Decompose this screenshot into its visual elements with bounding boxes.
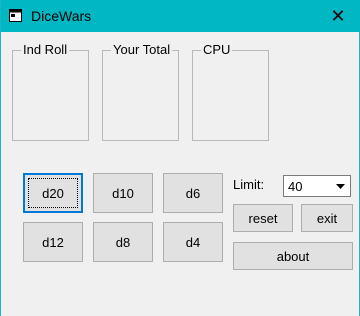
d4-label: d4 [185, 234, 201, 250]
exit-button[interactable]: exit [301, 204, 353, 232]
your-total-group: Your Total [102, 42, 179, 141]
d12-button[interactable]: d12 [23, 222, 83, 262]
d8-label: d8 [115, 234, 131, 250]
your-total-label: Your Total [111, 42, 173, 57]
limit-value: 40 [288, 179, 303, 194]
d4-button[interactable]: d4 [163, 222, 223, 262]
ind-roll-group: Ind Roll [12, 42, 89, 141]
reset-button[interactable]: reset [233, 204, 293, 232]
ind-roll-label: Ind Roll [21, 42, 70, 57]
window-title: DiceWars [31, 8, 92, 24]
d12-label: d12 [42, 234, 64, 250]
d6-label: d6 [185, 185, 201, 201]
about-label: about [276, 248, 310, 264]
reset-label: reset [248, 210, 278, 226]
focus-rectangle [28, 178, 78, 208]
title-bar[interactable]: DiceWars ✕ [1, 0, 360, 32]
close-icon: ✕ [330, 5, 346, 27]
d6-button[interactable]: d6 [163, 173, 223, 213]
limit-label: Limit: [233, 177, 265, 192]
close-button[interactable]: ✕ [315, 0, 360, 32]
d10-label: d10 [112, 185, 134, 201]
limit-select[interactable]: 40 [283, 175, 351, 197]
about-button[interactable]: about [233, 242, 353, 270]
exit-label: exit [316, 210, 338, 226]
cpu-label: CPU [201, 42, 233, 57]
app-window: DiceWars ✕ Ind Roll Your Total CPU d20 d… [0, 0, 360, 316]
d8-button[interactable]: d8 [93, 222, 153, 262]
app-icon [9, 9, 22, 22]
d20-button[interactable]: d20 [23, 173, 83, 213]
cpu-group: CPU [192, 42, 269, 141]
d10-button[interactable]: d10 [93, 173, 153, 213]
chevron-down-icon[interactable] [332, 177, 349, 195]
